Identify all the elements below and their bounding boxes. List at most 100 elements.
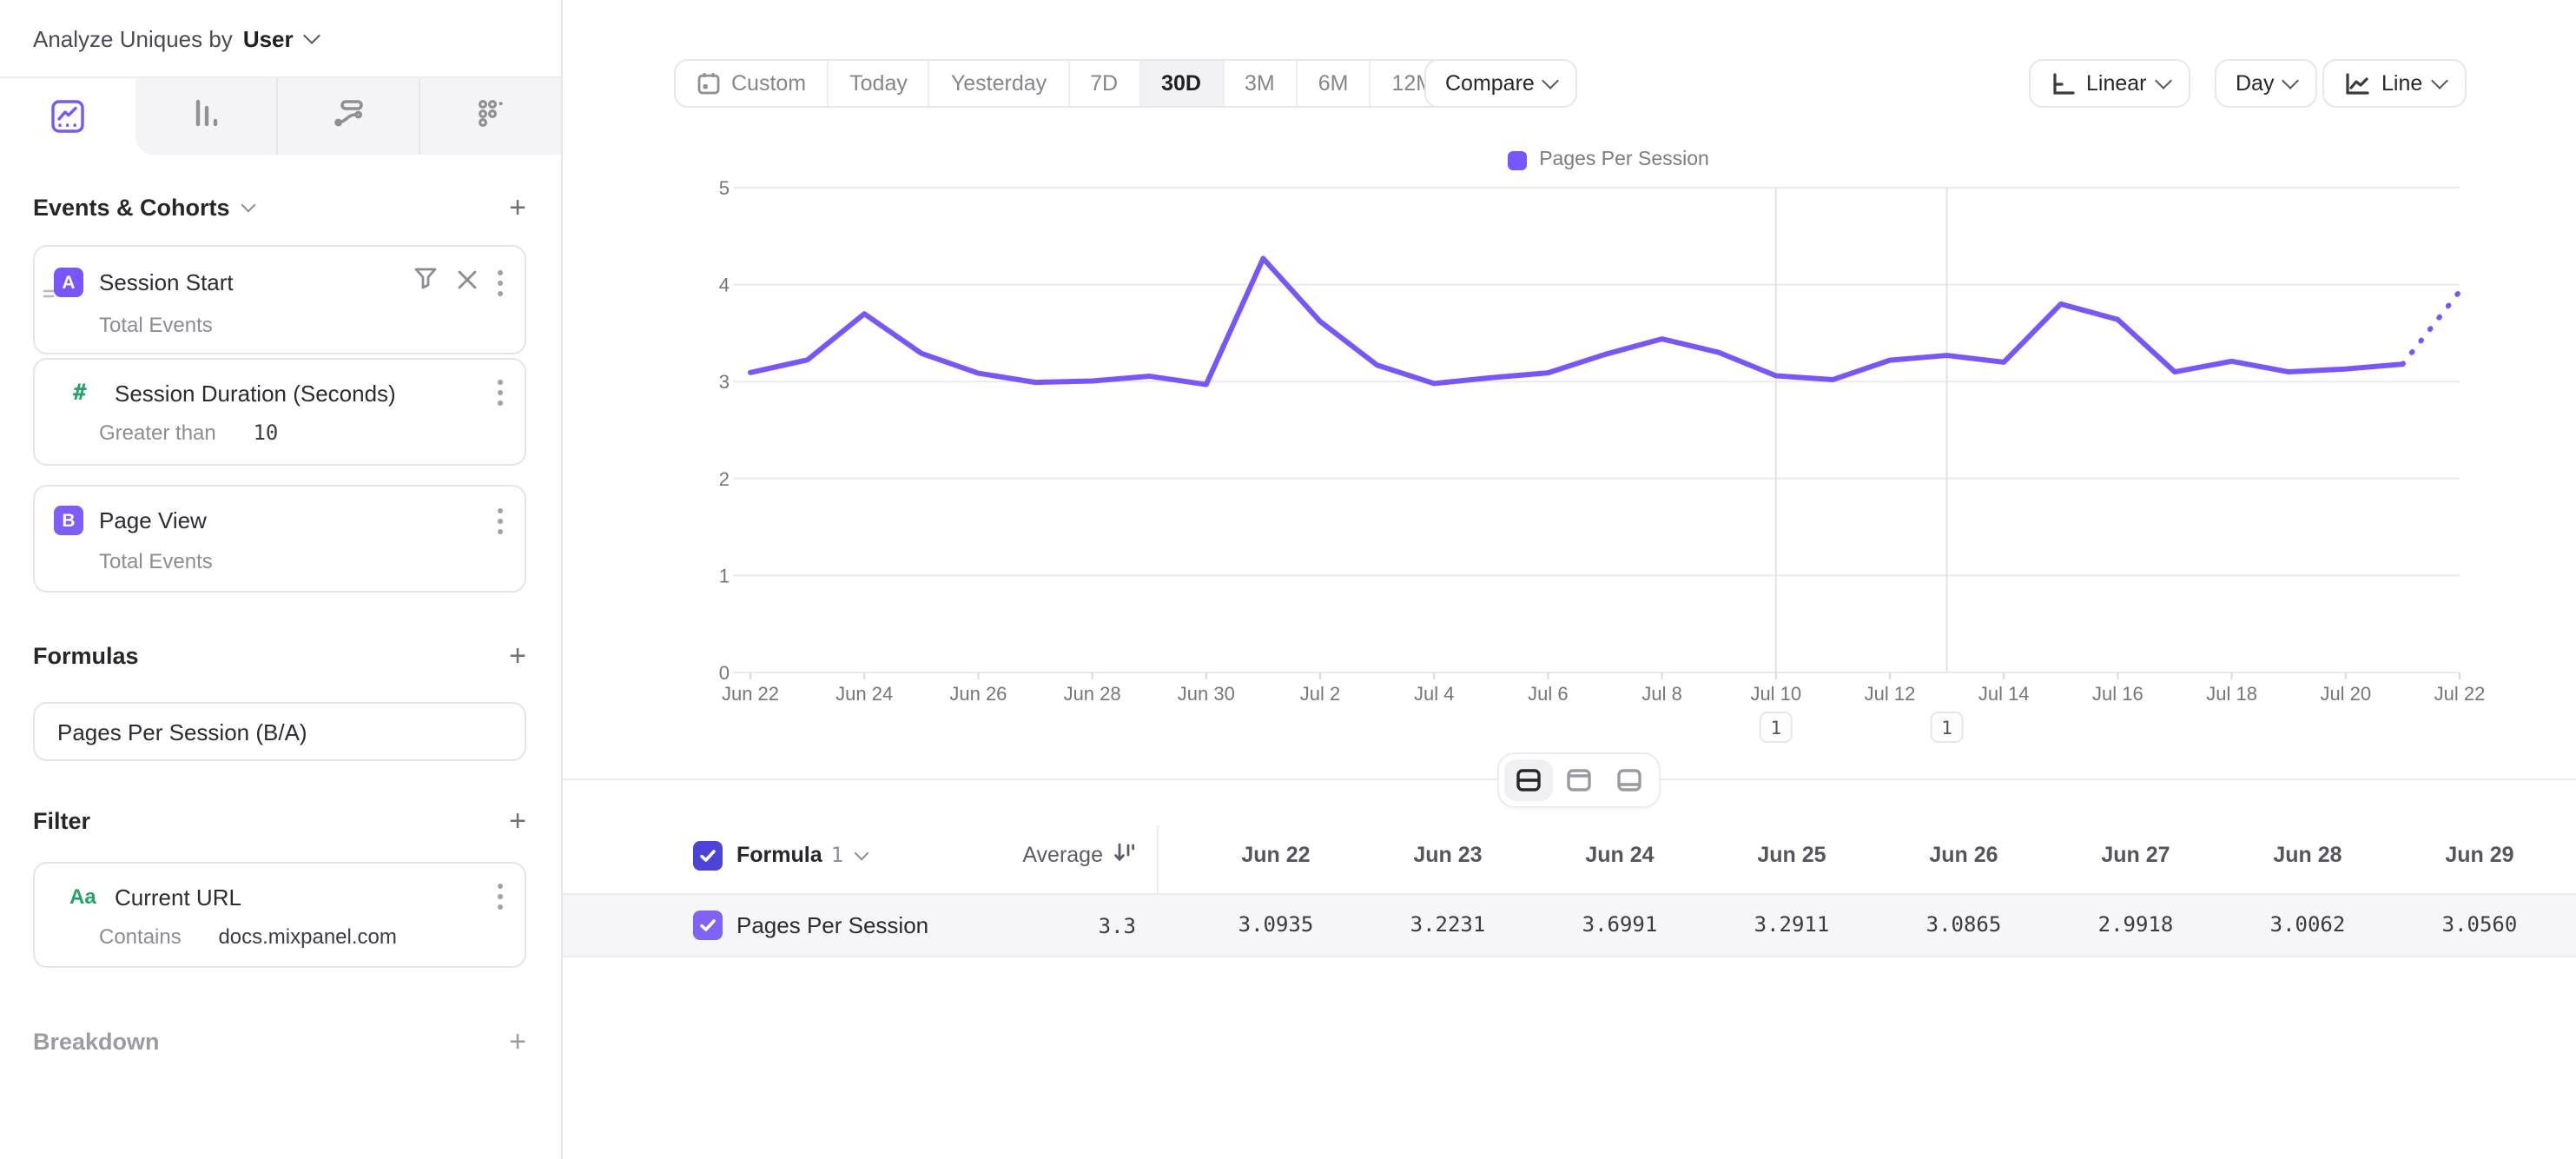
range-yesterday[interactable]: Yesterday: [928, 61, 1067, 106]
y-tick-label: 0: [719, 662, 730, 684]
layout-chart-only-button[interactable]: [1555, 759, 1603, 801]
filter-card-current-url[interactable]: Aa Current URL Contains docs.mixpanel.co…: [33, 862, 526, 968]
line-chart[interactable]: 01234511Jun 22Jun 24Jun 26Jun 28Jun 30Ju…: [688, 174, 2529, 765]
legend-swatch: [1508, 150, 1527, 169]
chevron-down-icon: [2155, 72, 2172, 89]
x-tick-label: Jul 16: [2092, 683, 2143, 705]
event-name[interactable]: Page View: [99, 507, 207, 533]
add-breakdown-button[interactable]: +: [509, 1027, 526, 1056]
condition-value[interactable]: 10: [253, 421, 278, 445]
x-tick-label: Jul 12: [1865, 683, 1916, 705]
breakdown-header: Breakdown +: [0, 1027, 561, 1056]
date-column-header[interactable]: Jun 28: [2222, 843, 2394, 867]
date-column-header[interactable]: Jun 26: [1878, 843, 2050, 867]
x-tick-label: Jun 24: [836, 683, 893, 705]
event-card-session-start[interactable]: A Session Start Total Events: [33, 245, 526, 354]
filter-condition[interactable]: Contains docs.mixpanel.com: [35, 911, 525, 970]
tab-insights[interactable]: [0, 78, 135, 155]
event-aggregation[interactable]: Total Events: [35, 299, 525, 358]
date-column-header[interactable]: Jun 25: [1706, 843, 1878, 867]
add-filter-button[interactable]: +: [509, 806, 526, 836]
average-column-label[interactable]: Average: [1022, 843, 1103, 867]
formula-input[interactable]: Pages Per Session (B/A): [33, 702, 526, 761]
date-column-header[interactable]: Jun 24: [1534, 843, 1706, 867]
query-builder-sidebar: Analyze Uniques by User: [0, 0, 563, 1159]
kebab-menu-icon[interactable]: [497, 379, 504, 407]
x-tick-label: Jun 22: [722, 683, 779, 705]
range-3m[interactable]: 3M: [1222, 61, 1296, 106]
select-all-checkbox[interactable]: [693, 840, 723, 870]
kebab-menu-icon[interactable]: [497, 883, 504, 911]
y-tick-label: 5: [719, 177, 730, 199]
formulas-header: Formulas +: [0, 641, 561, 671]
condition-value[interactable]: docs.mixpanel.com: [218, 924, 396, 949]
date-column-header[interactable]: Jun 29: [2394, 843, 2566, 867]
analyze-value-dropdown[interactable]: User: [243, 25, 294, 51]
date-column-header[interactable]: Jun 23: [1362, 843, 1534, 867]
date-column-header[interactable]: Jun 22: [1190, 843, 1362, 867]
chevron-down-icon[interactable]: [241, 198, 256, 213]
date-column-header[interactable]: Jun 27: [2050, 843, 2222, 867]
add-event-button[interactable]: +: [509, 193, 526, 222]
value-cell: 3.0935: [1190, 912, 1362, 937]
kebab-menu-icon[interactable]: [497, 507, 504, 534]
string-property-icon: Aa: [69, 884, 104, 909]
compare-button[interactable]: Compare: [1424, 59, 1578, 108]
chevron-down-icon: [854, 846, 869, 861]
range-7d[interactable]: 7D: [1067, 61, 1139, 106]
filter-funnel-icon[interactable]: [413, 266, 438, 299]
tab-metrics[interactable]: [419, 78, 561, 155]
tab-flow[interactable]: [276, 78, 419, 155]
chevron-down-icon: [303, 27, 320, 44]
chart-type-label: Line: [2381, 71, 2422, 96]
filter-title: Filter: [33, 808, 90, 834]
interval-label: Day: [2236, 71, 2274, 96]
analyze-header: Analyze Uniques by User: [0, 0, 561, 78]
filter-property-name[interactable]: Current URL: [115, 884, 241, 910]
event-card-page-view[interactable]: B Page View Total Events: [33, 485, 526, 593]
interval-button[interactable]: Day: [2215, 59, 2317, 108]
layout-split-button[interactable]: [1504, 759, 1553, 801]
range-today[interactable]: Today: [827, 61, 928, 106]
layout-table-only-button[interactable]: [1605, 759, 1654, 801]
row-values: 3.09353.22313.69913.29113.08652.99183.00…: [1190, 912, 2566, 937]
value-cell: 3.0560: [2394, 912, 2566, 937]
range-6m[interactable]: 6M: [1296, 61, 1370, 106]
event-letter-badge: B: [54, 506, 83, 535]
chart-type-button[interactable]: Line: [2322, 59, 2466, 108]
condition-operator[interactable]: Contains: [99, 924, 182, 949]
table-row[interactable]: Pages Per Session 3.3 3.09353.22313.6991…: [563, 893, 2576, 957]
x-tick-label: Jul 10: [1750, 683, 1801, 705]
flow-icon: [331, 95, 366, 138]
x-tick-label: Jul 20: [2320, 683, 2371, 705]
tab-bar-chart[interactable]: [135, 78, 276, 155]
linear-scale-icon: [2050, 70, 2076, 96]
mixpanel-insights-report: Analyze Uniques by User: [0, 0, 2576, 1159]
range-custom[interactable]: Custom: [676, 61, 827, 106]
range-30d[interactable]: 30D: [1139, 61, 1222, 106]
series-line-incomplete: [2402, 291, 2460, 364]
date-columns: Jun 22Jun 23Jun 24Jun 25Jun 26Jun 27Jun …: [1190, 843, 2566, 867]
group-label[interactable]: Formula: [736, 843, 822, 867]
sort-icon[interactable]: [1113, 841, 1136, 869]
property-card-session-duration[interactable]: # Session Duration (Seconds) Greater tha…: [33, 358, 526, 466]
visualization-tabs-strip: [135, 78, 561, 155]
property-name[interactable]: Session Duration (Seconds): [115, 380, 396, 406]
condition-operator[interactable]: Greater than: [99, 421, 216, 445]
event-aggregation[interactable]: Total Events: [35, 535, 525, 594]
add-formula-button[interactable]: +: [509, 641, 526, 671]
event-name[interactable]: Session Start: [99, 269, 234, 295]
remove-icon[interactable]: [457, 267, 478, 298]
drag-handle-icon[interactable]: [42, 278, 56, 309]
value-cell: 3.6991: [1534, 912, 1706, 937]
chart-legend[interactable]: Pages Per Session: [688, 149, 2529, 170]
group-number: 1: [831, 843, 843, 867]
y-tick-label: 2: [719, 468, 730, 490]
scale-button[interactable]: Linear: [2029, 59, 2190, 108]
date-range-control: CustomTodayYesterday7D30D3M6M12M: [674, 59, 1456, 108]
layout-toggle: [1497, 752, 1661, 808]
kebab-menu-icon[interactable]: [497, 268, 504, 296]
formulas-title: Formulas: [33, 643, 139, 669]
property-condition[interactable]: Greater than 10: [35, 407, 525, 466]
row-checkbox[interactable]: [693, 911, 723, 940]
